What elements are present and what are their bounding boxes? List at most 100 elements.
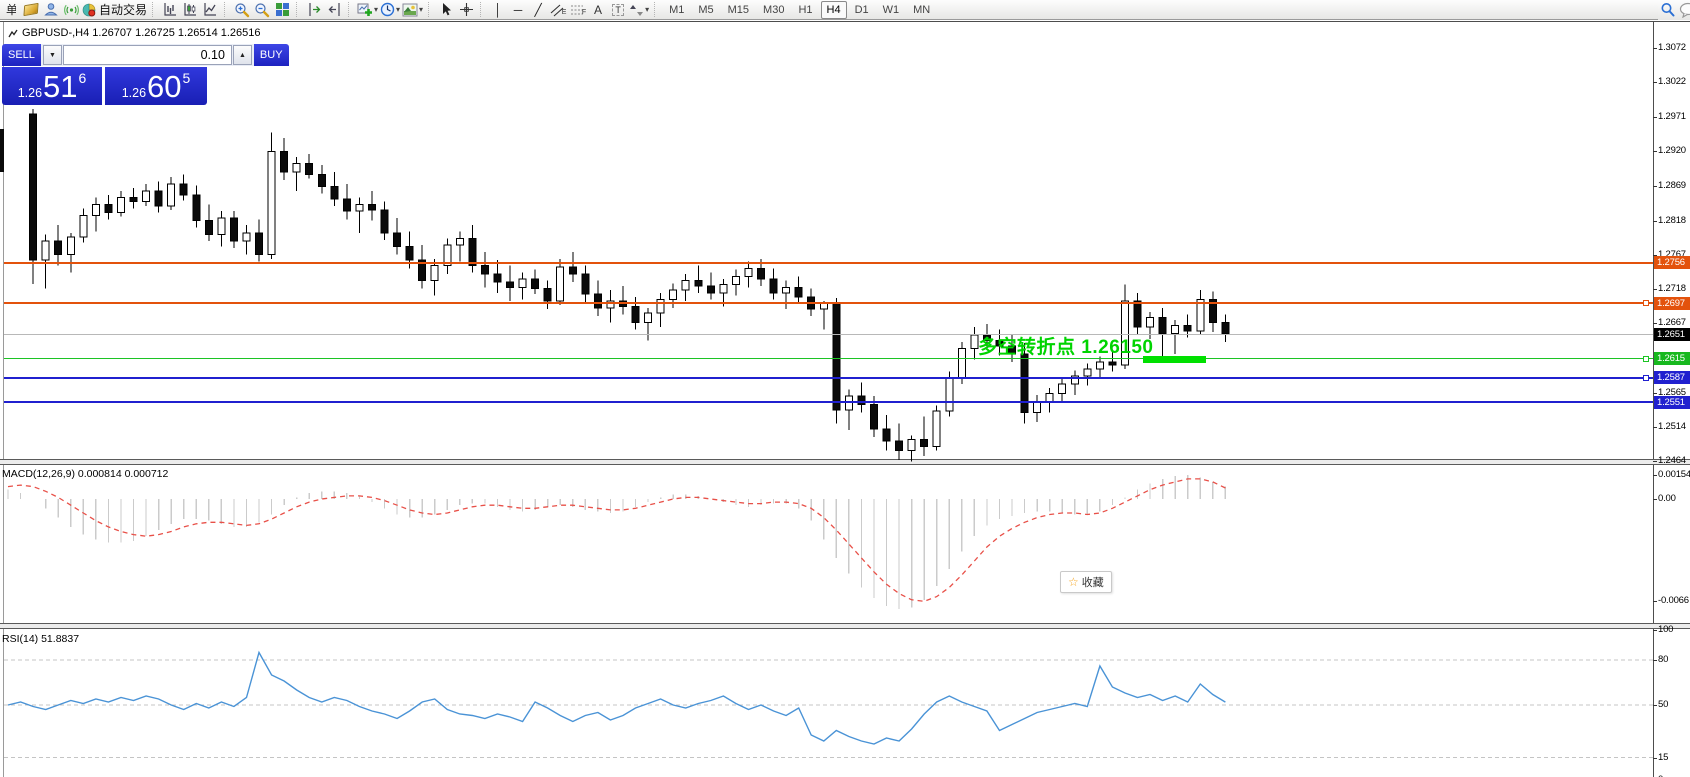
price-level-line-1.2651[interactable] bbox=[4, 334, 1653, 335]
buy-price-display[interactable]: 1.26 60 5 bbox=[105, 67, 207, 105]
volume-input[interactable] bbox=[63, 45, 232, 65]
favorite-label: 收藏 bbox=[1082, 574, 1104, 590]
volume-decrease-button[interactable]: ▼ bbox=[43, 45, 62, 65]
level-handle-1.2587[interactable] bbox=[1643, 375, 1649, 381]
candle-body bbox=[143, 191, 150, 202]
macd-indicator-label: MACD(12,26,9) 0.000814 0.000712 bbox=[2, 468, 168, 480]
candle-body bbox=[394, 233, 401, 247]
candle-body bbox=[1147, 317, 1154, 327]
volume-stepper: ▼ ▲ bbox=[41, 44, 254, 66]
price-level-line-1.2756[interactable] bbox=[4, 262, 1653, 264]
trade-controls-row: SELL ▼ ▲ BUY bbox=[2, 44, 209, 66]
candle-body bbox=[180, 184, 187, 195]
candle-body bbox=[193, 195, 200, 221]
rsi-line bbox=[8, 653, 1225, 745]
sell-button[interactable]: SELL bbox=[2, 44, 41, 66]
candle-body bbox=[532, 279, 539, 289]
buy-price-prefix: 1.26 bbox=[122, 86, 146, 100]
candle-body bbox=[481, 266, 488, 274]
candle-body bbox=[896, 441, 903, 451]
price-tick-label: 1.3022 bbox=[1658, 76, 1686, 87]
level-handle-1.2615[interactable] bbox=[1643, 356, 1649, 362]
candle-body bbox=[494, 274, 501, 282]
candle-body bbox=[783, 287, 790, 292]
candle-body bbox=[594, 294, 601, 308]
volume-increase-button[interactable]: ▲ bbox=[233, 45, 252, 65]
candle-body bbox=[42, 241, 49, 260]
price-level-line-1.2697[interactable] bbox=[4, 302, 1653, 304]
candle-body bbox=[569, 267, 576, 274]
price-tick-label: 1.2818 bbox=[1658, 215, 1686, 226]
price-level-label-1.2651: 1.2651 bbox=[1654, 328, 1690, 341]
candle-body bbox=[758, 268, 765, 279]
favorite-badge[interactable]: ☆ 收藏 bbox=[1060, 571, 1112, 593]
macd-axis-label: 0.00 bbox=[1658, 493, 1676, 504]
candle-body bbox=[933, 411, 940, 446]
candle-body bbox=[732, 276, 739, 284]
candle-body bbox=[368, 204, 375, 209]
candle-body bbox=[456, 238, 463, 245]
price-level-label-1.2587: 1.2587 bbox=[1654, 371, 1690, 384]
sell-price-prefix: 1.26 bbox=[18, 86, 42, 100]
candle-body bbox=[1021, 354, 1028, 412]
sell-price-display[interactable]: 1.26 51 6 bbox=[2, 67, 102, 105]
axis-tick-mark bbox=[1653, 499, 1657, 500]
pivot-annotation-text[interactable]: 多空转折点 1.26150 bbox=[978, 332, 1153, 359]
candle-body bbox=[695, 281, 702, 286]
candle-body bbox=[256, 233, 263, 255]
axis-tick-mark bbox=[1653, 82, 1657, 83]
price-level-line-1.2615[interactable] bbox=[4, 358, 1653, 359]
candle-body bbox=[770, 279, 777, 293]
rsi-indicator-label: RSI(14) 51.8837 bbox=[2, 633, 79, 645]
candle-body bbox=[707, 286, 714, 293]
candle-body bbox=[381, 210, 388, 233]
one-click-trading-panel: SELL ▼ ▲ BUY 1.26 51 6 1.26 60 5 bbox=[2, 44, 209, 105]
candle-body bbox=[557, 267, 564, 301]
axis-tick-mark bbox=[1653, 117, 1657, 118]
candle-body bbox=[544, 289, 551, 301]
buy-price-big: 60 bbox=[147, 69, 181, 105]
rsi-axis-label: 80 bbox=[1658, 654, 1668, 665]
candle-body bbox=[30, 114, 37, 260]
candlestick-chart-area[interactable] bbox=[0, 0, 1690, 777]
candle-body bbox=[908, 440, 915, 451]
highlight-segment[interactable] bbox=[1143, 356, 1206, 363]
axis-tick-mark bbox=[1653, 660, 1657, 661]
candle-body bbox=[971, 335, 978, 349]
price-level-line-1.2551[interactable] bbox=[4, 401, 1653, 403]
candle-body bbox=[645, 313, 652, 323]
candle-body bbox=[820, 304, 827, 309]
macd-axis-label: 0.00154 bbox=[1658, 469, 1690, 480]
candle-body bbox=[168, 184, 175, 206]
rsi-axis-label: 100 bbox=[1658, 624, 1673, 635]
candle-body bbox=[507, 282, 514, 287]
axis-tick-mark bbox=[1653, 186, 1657, 187]
candle-body bbox=[1222, 323, 1229, 334]
candle-body bbox=[230, 218, 237, 241]
level-handle-1.2697[interactable] bbox=[1643, 300, 1649, 306]
axis-tick-mark bbox=[1653, 221, 1657, 222]
candle-body bbox=[117, 198, 124, 213]
candle-body bbox=[745, 268, 752, 276]
candle-body bbox=[833, 304, 840, 410]
axis-tick-mark bbox=[1653, 289, 1657, 290]
price-level-line-1.2587[interactable] bbox=[4, 377, 1653, 379]
candle-body bbox=[218, 218, 225, 234]
price-tick-label: 1.2718 bbox=[1658, 283, 1686, 294]
candle-body bbox=[1172, 325, 1179, 333]
candle-body bbox=[306, 164, 313, 175]
sell-price-sup: 6 bbox=[79, 70, 87, 86]
price-tick-label: 1.2667 bbox=[1658, 317, 1686, 328]
candle-body bbox=[130, 198, 137, 202]
axis-tick-mark bbox=[1653, 48, 1657, 49]
clipped-candle-edge bbox=[0, 129, 4, 172]
candle-body bbox=[720, 285, 727, 293]
trade-prices-row: 1.26 51 6 1.26 60 5 bbox=[2, 67, 209, 105]
candle-body bbox=[1184, 325, 1191, 330]
candle-body bbox=[92, 204, 99, 215]
axis-tick-mark bbox=[1653, 461, 1657, 462]
buy-button[interactable]: BUY bbox=[254, 44, 289, 66]
candle-body bbox=[318, 174, 325, 186]
candle-body bbox=[946, 378, 953, 411]
candle-body bbox=[1109, 362, 1116, 365]
